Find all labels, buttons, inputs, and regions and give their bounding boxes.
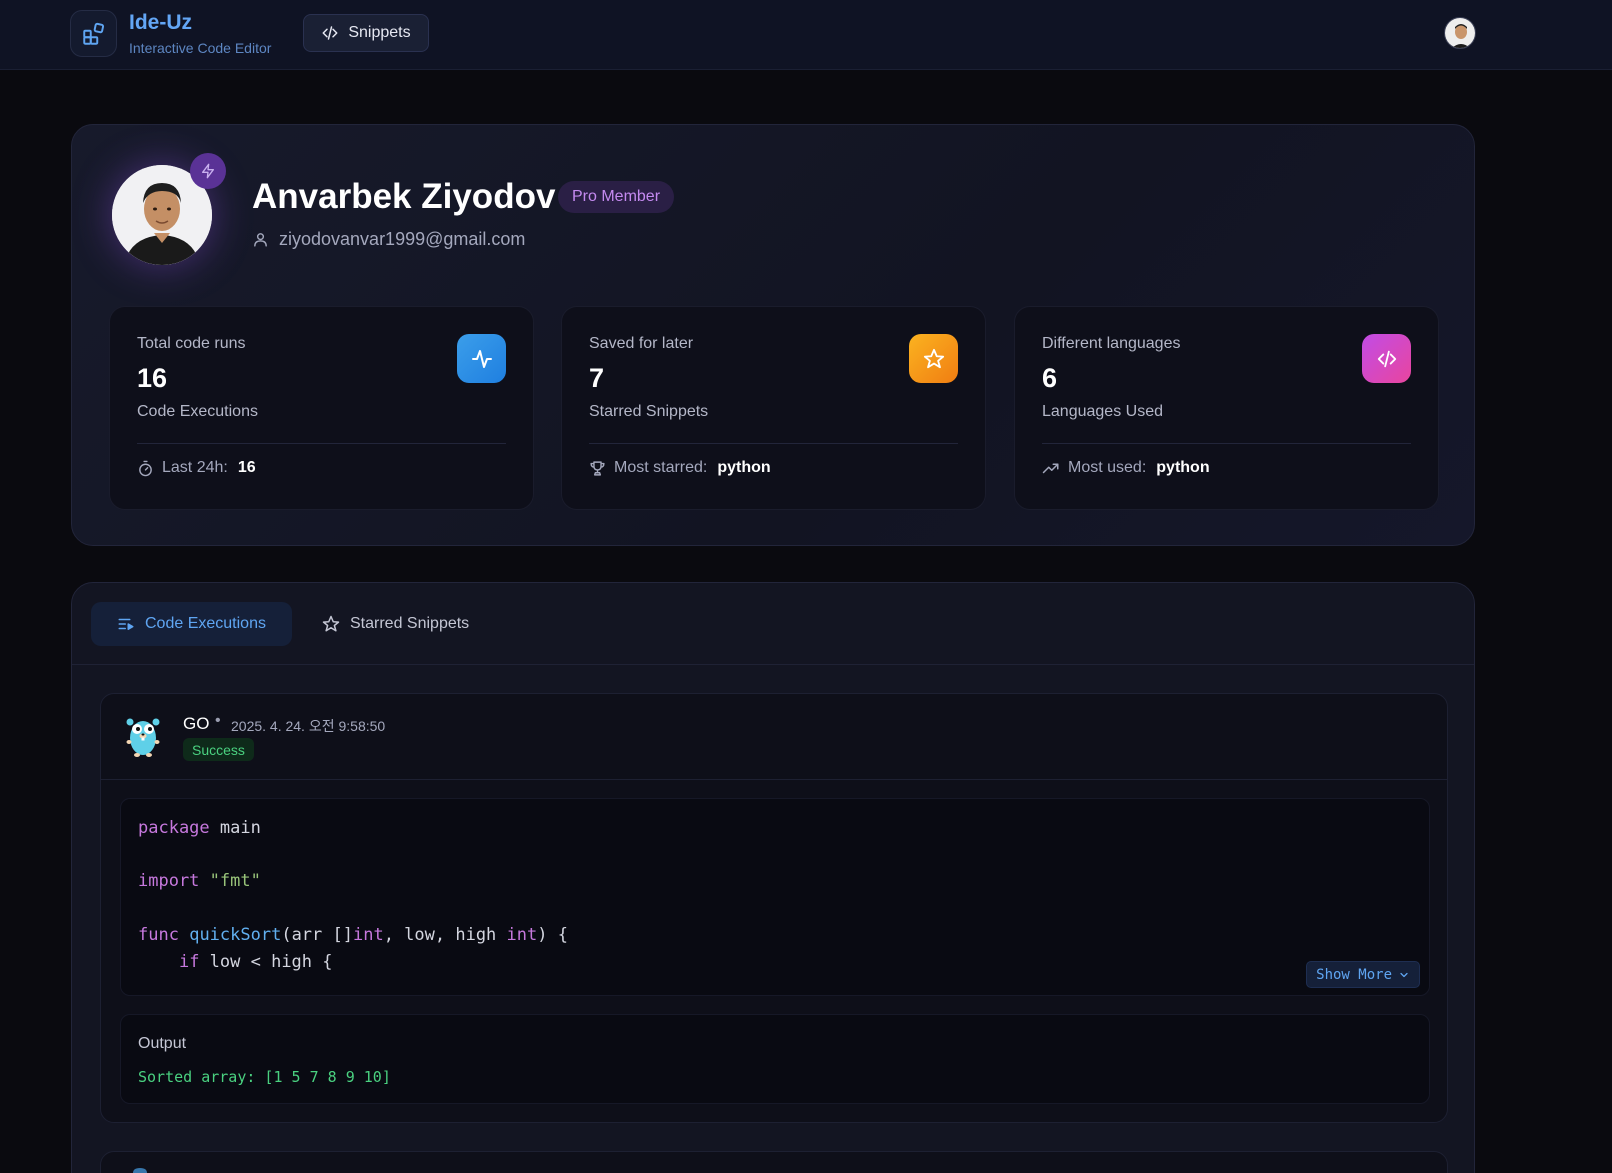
code-line-6: if low < high { [178, 952, 333, 972]
tab-label: Code Executions [145, 615, 266, 632]
stat-value: 16 [137, 363, 168, 393]
show-more-label: Show More [1316, 966, 1392, 983]
output-block: Output Sorted array: [1 5 7 8 9 10] [120, 1014, 1430, 1104]
code-keyword: import [138, 871, 200, 891]
stat-divider [1042, 443, 1411, 444]
snippets-button[interactable]: Snippets [303, 14, 429, 52]
stat-footer: Most used: python [1042, 459, 1210, 477]
code-block: package main import "fmt" func quickSort… [120, 798, 1430, 996]
stat-description: Starred Snippets [589, 403, 709, 420]
code-keyword: func [138, 925, 179, 945]
stat-divider [589, 443, 958, 444]
stat-footer-label: Most used: [1068, 459, 1147, 476]
code-string: "fmt" [209, 871, 261, 891]
stat-footer: Most starred: python [589, 459, 771, 477]
separator-dot: • [215, 712, 221, 729]
show-more-button[interactable]: Show More [1306, 961, 1420, 988]
output-label: Output [138, 1035, 187, 1052]
pro-lightning-badge [190, 153, 226, 189]
avatar-image [1445, 18, 1475, 48]
code-keyword: int [506, 925, 538, 945]
stat-card-starred: Saved for later 7 Starred Snippets Most … [561, 306, 986, 510]
stat-label: Saved for later [589, 335, 694, 352]
pro-member-badge: Pro Member [558, 181, 675, 213]
stat-icon-box [457, 334, 506, 383]
brand-subtitle: Interactive Code Editor [129, 40, 272, 56]
activity-icon [471, 349, 492, 368]
execution-header: GO • 2025. 4. 24. 오전 9:58:50 Success [101, 694, 1447, 780]
stat-divider [137, 443, 506, 444]
code-keyword: int [352, 925, 384, 945]
chevron-down-icon [1400, 972, 1408, 977]
stat-icon-box [1362, 334, 1411, 383]
status-badge: Success [183, 738, 254, 761]
code-keyword: if [178, 952, 200, 972]
stat-footer-value: 16 [237, 459, 256, 476]
stat-value: 6 [1042, 363, 1058, 393]
app-logo[interactable] [70, 10, 117, 57]
stat-description: Code Executions [137, 403, 258, 420]
user-icon [254, 233, 267, 247]
star-icon [923, 348, 944, 368]
code-line-1: package main [138, 818, 261, 838]
code-icon [322, 26, 338, 40]
tab-label: Starred Snippets [350, 615, 470, 632]
trending-up-icon [1042, 463, 1059, 474]
stat-value: 7 [589, 363, 605, 393]
profile-name: Anvarbek Ziyodov [252, 177, 556, 216]
star-icon [322, 615, 340, 632]
profile-email: ziyodovanvar1999@gmail.com [279, 229, 526, 249]
output-text: Sorted array: [1 5 7 8 9 10] [138, 1068, 391, 1086]
executions-card: Code Executions Starred Snippets GO • 20… [71, 582, 1475, 1173]
code-line-3: import "fmt" [138, 871, 261, 891]
tab-code-executions[interactable]: Code Executions [91, 602, 292, 646]
go-gopher-icon [126, 718, 160, 757]
code-function: quickSort [189, 925, 282, 945]
brand-title: Ide-Uz [129, 11, 192, 34]
stat-card-languages: Different languages 6 Languages Used Mos… [1014, 306, 1439, 510]
profile-email-row: ziyodovanvar1999@gmail.com [252, 229, 525, 250]
python-icon [133, 1168, 147, 1173]
profile-card: Anvarbek Ziyodov Pro Member ziyodovanvar… [71, 124, 1475, 546]
code-icon [1377, 350, 1396, 367]
code-keyword: package [138, 818, 210, 838]
snippets-button-label: Snippets [348, 24, 411, 41]
user-avatar[interactable] [1444, 17, 1476, 49]
list-play-icon [118, 618, 134, 630]
blocks-icon [82, 22, 104, 45]
execution-item: GO • 2025. 4. 24. 오전 9:58:50 Success pac… [100, 693, 1448, 1123]
top-navbar: Ide-Uz Interactive Code Editor Snippets [0, 0, 1612, 70]
timer-icon [139, 460, 152, 476]
stat-footer-value: python [717, 459, 771, 476]
code-line-5: func quickSort(arr []int, low, high int)… [138, 925, 568, 945]
stat-label: Total code runs [137, 335, 246, 352]
stat-card-code-runs: Total code runs 16 Code Executions Last … [109, 306, 534, 510]
tab-starred-snippets[interactable]: Starred Snippets [296, 602, 495, 646]
execution-language: GO [183, 714, 210, 733]
stat-icon-box [909, 334, 958, 383]
stat-footer-label: Last 24h: [162, 459, 228, 476]
stat-label: Different languages [1042, 335, 1181, 352]
stat-footer-label: Most starred: [614, 459, 708, 476]
execution-timestamp: 2025. 4. 24. 오전 9:58:50 [231, 718, 386, 734]
stat-footer-value: python [1156, 459, 1210, 476]
stat-description: Languages Used [1042, 403, 1163, 420]
stat-footer: Last 24h: 16 [137, 459, 256, 477]
execution-item [100, 1151, 1448, 1173]
trophy-icon [590, 460, 605, 476]
tab-bar: Code Executions Starred Snippets [72, 583, 1474, 665]
lightning-icon [202, 163, 214, 179]
